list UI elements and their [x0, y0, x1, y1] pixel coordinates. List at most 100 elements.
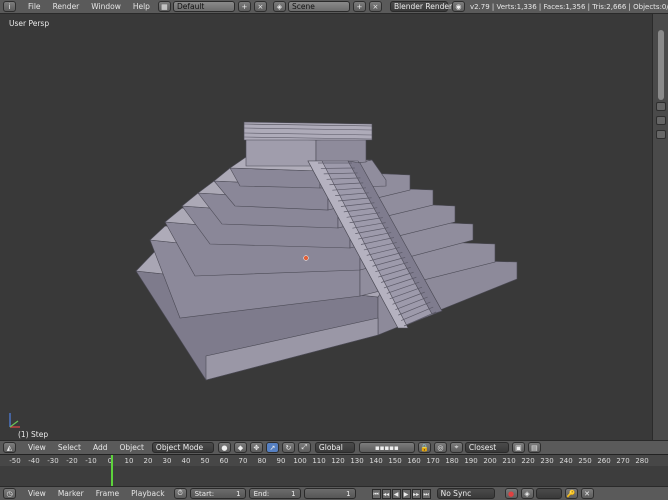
properties-tab-icon[interactable]	[656, 102, 666, 111]
play-reverse-icon[interactable]: ◀	[391, 488, 401, 499]
delete-keyframe-icon[interactable]: ✕	[580, 488, 594, 499]
add-layout-icon[interactable]: +	[237, 1, 251, 12]
jump-end-icon[interactable]: ⏭	[421, 488, 431, 499]
snap-element-selector[interactable]: Closest	[464, 442, 509, 453]
scene-tab-icon[interactable]	[656, 116, 666, 125]
current-frame-field[interactable]: 1	[303, 488, 356, 499]
timeline-tick: 80	[257, 457, 267, 465]
transform-orientation-selector[interactable]: Global	[314, 442, 355, 453]
insert-keyframe-icon[interactable]: 🔑	[564, 488, 578, 499]
screen-layout-icon[interactable]: ▦	[157, 1, 171, 12]
timeline-tick: 140	[369, 457, 383, 465]
viewport-header: ◭ View Select Add Object Object Mode ● ◆…	[0, 440, 668, 454]
add-scene-icon[interactable]: +	[352, 1, 366, 12]
scene-icon[interactable]: ◈	[272, 1, 286, 12]
proportional-edit-icon[interactable]: ◎	[433, 442, 447, 453]
timeline-tick: 250	[578, 457, 592, 465]
menu-file[interactable]: File	[22, 2, 47, 11]
menu-frame[interactable]: Frame	[90, 489, 125, 498]
timeline-tick: 200	[483, 457, 497, 465]
timeline-tick: 70	[238, 457, 248, 465]
timeline[interactable]: -50 -40 -30 -20 -10 0 10 20 30 40 50 60 70 80 90 100 110…	[0, 454, 668, 486]
manipulator-toggle-icon[interactable]: ✥	[249, 442, 263, 453]
menu-marker[interactable]: Marker	[52, 489, 90, 498]
preview-range-icon[interactable]: ⏱	[173, 488, 187, 499]
keying-set-icon[interactable]: ◈	[520, 488, 534, 499]
timeline-tick: 160	[407, 457, 421, 465]
editor-type-timeline-icon[interactable]: ◷	[3, 488, 16, 499]
viewport-shading-icon[interactable]: ●	[217, 442, 231, 453]
timeline-tick: 180	[445, 457, 459, 465]
timeline-tick: 130	[350, 457, 364, 465]
timeline-tick: 190	[464, 457, 478, 465]
world-tab-icon[interactable]	[656, 130, 666, 139]
timeline-tick: -20	[66, 457, 78, 465]
menu-window[interactable]: Window	[85, 2, 127, 11]
keying-set-field[interactable]	[535, 488, 562, 499]
current-frame-indicator[interactable]	[111, 455, 113, 486]
timeline-tick: 20	[143, 457, 153, 465]
timeline-tick: 90	[276, 457, 286, 465]
axis-gizmo-icon	[9, 413, 20, 428]
layout-selector[interactable]: Default	[172, 1, 235, 12]
menu-add[interactable]: Add	[87, 443, 114, 452]
menu-playback[interactable]: Playback	[125, 489, 170, 498]
current-value: 1	[346, 489, 351, 498]
pyramid-model[interactable]	[0, 14, 652, 440]
lock-layers-icon[interactable]: 🔒	[417, 442, 431, 453]
editor-type-info-icon[interactable]: i	[3, 1, 16, 12]
end-value: 1	[291, 489, 296, 498]
sync-mode-selector[interactable]: No Sync	[436, 488, 495, 499]
scale-manipulator-icon[interactable]: ⤢	[297, 442, 311, 453]
timeline-tick: 100	[293, 457, 307, 465]
timeline-tick: 30	[162, 457, 172, 465]
menu-object[interactable]: Object	[113, 443, 149, 452]
prev-keyframe-icon[interactable]: ◂◂	[381, 488, 391, 499]
menu-help[interactable]: Help	[127, 2, 156, 11]
end-label: End:	[253, 489, 270, 498]
pivot-point-icon[interactable]: ◆	[233, 442, 247, 453]
menu-view[interactable]: View	[22, 443, 52, 452]
remove-layout-icon[interactable]: ×	[253, 1, 267, 12]
mode-selector[interactable]: Object Mode	[151, 442, 214, 453]
timeline-tick: 240	[559, 457, 573, 465]
remove-scene-icon[interactable]: ×	[368, 1, 382, 12]
timeline-tick: 220	[521, 457, 535, 465]
3d-viewport[interactable]: User Persp (1) Step	[0, 14, 652, 440]
rotate-manipulator-icon[interactable]: ↻	[281, 442, 295, 453]
timeline-tick: 120	[331, 457, 345, 465]
scrollbar[interactable]	[658, 30, 664, 100]
end-frame-field[interactable]: End: 1	[248, 488, 301, 499]
active-object-label: (1) Step	[18, 430, 49, 439]
record-icon[interactable]: ●	[504, 488, 518, 499]
timeline-tick: 260	[597, 457, 611, 465]
timeline-tick: 150	[388, 457, 402, 465]
scene-selector[interactable]: Scene	[287, 1, 350, 12]
snap-toggle-icon[interactable]: ⌖	[449, 442, 463, 453]
opengl-anim-icon[interactable]: ▤	[527, 442, 541, 453]
timeline-tick: 210	[502, 457, 516, 465]
timeline-tick: -50	[9, 457, 21, 465]
timeline-tick: 230	[540, 457, 554, 465]
render-engine-selector[interactable]: Blender Render	[389, 1, 452, 12]
timeline-tick: -30	[47, 457, 59, 465]
start-frame-field[interactable]: Start: 1	[189, 488, 246, 499]
layers-grid-icon[interactable]: ▪▪▪▪▪	[358, 442, 415, 453]
timeline-header: ◷ View Marker Frame Playback ⏱ Start: 1 …	[0, 486, 668, 500]
play-icon[interactable]: ▶	[401, 488, 411, 499]
menu-select[interactable]: Select	[52, 443, 87, 452]
timeline-tick: 10	[124, 457, 134, 465]
timeline-ruler[interactable]: -50 -40 -30 -20 -10 0 10 20 30 40 50 60 70 80 90 100 110…	[0, 455, 668, 466]
menu-view[interactable]: View	[22, 489, 52, 498]
translate-manipulator-icon[interactable]: ↗	[265, 442, 279, 453]
timeline-tick: 170	[426, 457, 440, 465]
next-keyframe-icon[interactable]: ▸▸	[411, 488, 421, 499]
editor-type-3dview-icon[interactable]: ◭	[3, 442, 16, 453]
timeline-tick: 60	[219, 457, 229, 465]
start-value: 1	[236, 489, 241, 498]
menu-render[interactable]: Render	[47, 2, 86, 11]
properties-region-strip	[652, 14, 668, 440]
opengl-render-icon[interactable]: ▣	[511, 442, 525, 453]
timeline-tick: -40	[28, 457, 40, 465]
jump-start-icon[interactable]: ⏮	[371, 488, 381, 499]
